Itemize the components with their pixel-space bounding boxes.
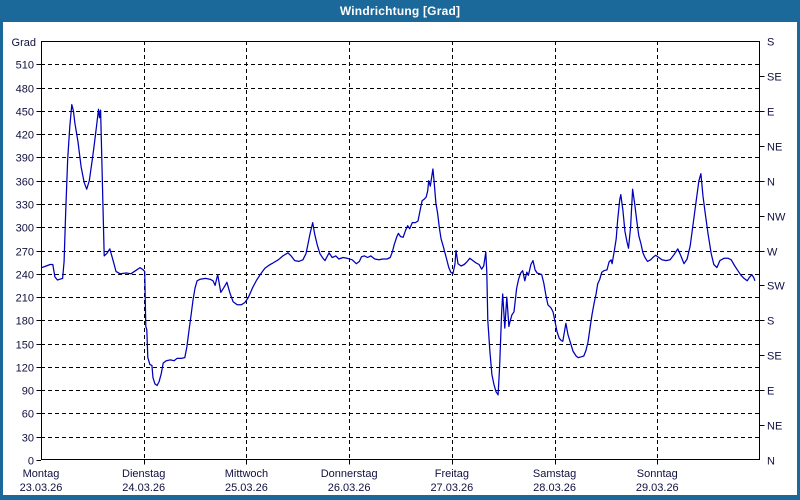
y-axis-tick-label: 0 [28, 456, 34, 468]
compass-tick-label: NW [767, 212, 786, 224]
compass-tick-label: N [767, 456, 775, 468]
day-date-label: 24.03.26 [122, 482, 165, 494]
day-name-label: Dienstag [122, 468, 165, 480]
y-axis-unit-label: Grad [12, 37, 36, 49]
compass-tick-label: NE [767, 142, 782, 154]
day-name-label: Montag [23, 468, 60, 480]
y-axis-tick-label: 390 [16, 153, 34, 165]
y-axis-tick-label: 180 [16, 316, 34, 328]
y-axis-tick-label: 480 [16, 84, 34, 96]
compass-tick-label: SW [767, 281, 785, 293]
compass-tick-label: S [767, 37, 774, 49]
day-date-label: 27.03.26 [430, 482, 473, 494]
y-axis-tick-label: 60 [22, 409, 34, 421]
y-axis-tick-label: 240 [16, 270, 34, 282]
plot-frame [41, 41, 760, 460]
compass-tick-label: NE [767, 421, 782, 433]
day-name-label: Freitag [435, 468, 469, 480]
y-axis-tick-label: 30 [22, 433, 34, 445]
day-name-label: Samstag [533, 468, 576, 480]
wind-direction-line [41, 103, 756, 396]
day-name-label: Mittwoch [225, 468, 268, 480]
y-axis-tick-label: 450 [16, 107, 34, 119]
wind-direction-chart: 5104804504203903603303002702402101801501… [0, 0, 800, 500]
y-axis-tick-label: 150 [16, 340, 34, 352]
y-axis-tick-label: 510 [16, 60, 34, 72]
day-date-label: 25.03.26 [225, 482, 268, 494]
day-date-label: 26.03.26 [328, 482, 371, 494]
y-axis-tick-label: 120 [16, 363, 34, 375]
compass-tick-label: SE [767, 351, 782, 363]
compass-tick-label: S [767, 316, 774, 328]
y-axis-tick-label: 420 [16, 130, 34, 142]
compass-tick-label: SE [767, 72, 782, 84]
y-axis-tick-label: 330 [16, 200, 34, 212]
y-axis-tick-label: 210 [16, 293, 34, 305]
compass-tick-label: E [767, 386, 774, 398]
day-date-label: 23.03.26 [20, 482, 63, 494]
day-date-label: 29.03.26 [636, 482, 679, 494]
y-axis-tick-label: 300 [16, 223, 34, 235]
app-window: Windrichtung [Grad] 510 480 450 420 390 360 33… [0, 0, 800, 500]
y-axis-tick-label: 360 [16, 177, 34, 189]
compass-tick-label: E [767, 107, 774, 119]
y-axis-tick-label: 270 [16, 247, 34, 259]
compass-tick-label: W [767, 247, 778, 259]
day-name-label: Donnerstag [321, 468, 378, 480]
y-axis-tick-label: 90 [22, 386, 34, 398]
day-name-label: Sonntag [637, 468, 678, 480]
compass-tick-label: N [767, 177, 775, 189]
day-date-label: 28.03.26 [533, 482, 576, 494]
